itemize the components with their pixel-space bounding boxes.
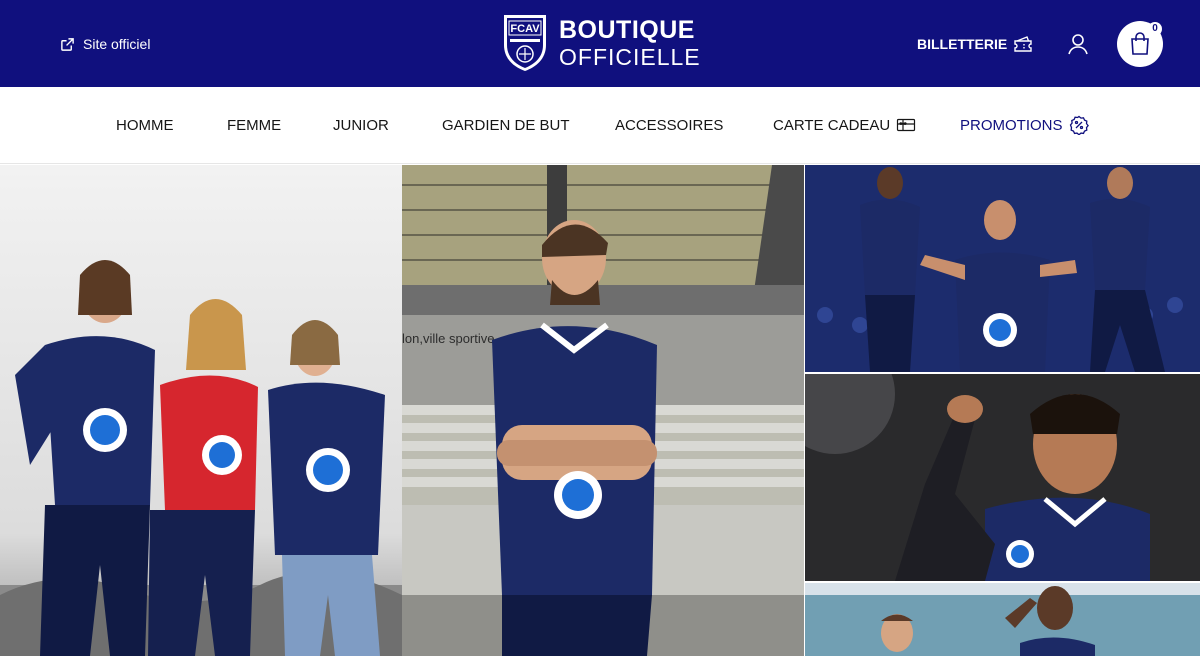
nav-label: FEMME bbox=[227, 116, 282, 134]
official-site-label: Site officiel bbox=[83, 36, 151, 52]
external-link-icon bbox=[61, 37, 74, 51]
nav-label: GARDIEN DE BUT bbox=[442, 116, 570, 134]
nav-item-femme[interactable]: FEMME bbox=[227, 115, 281, 135]
players-training-photo bbox=[805, 583, 1200, 656]
user-icon bbox=[1068, 34, 1088, 55]
celebration-photo bbox=[805, 165, 1200, 372]
cart-count-badge: 0 bbox=[1148, 22, 1162, 36]
gift-card-icon bbox=[897, 118, 916, 132]
nav-label: CARTE CADEAU bbox=[773, 116, 891, 134]
crest-text: FCAV bbox=[510, 23, 540, 35]
nav-item-carte-cadeau[interactable]: CARTE CADEAU bbox=[773, 115, 916, 135]
hero-gallery: lon,ville sportive bbox=[0, 165, 1200, 656]
account-button[interactable] bbox=[1066, 32, 1090, 56]
nav-item-gardien-de-but[interactable]: GARDIEN DE BUT bbox=[442, 115, 570, 135]
top-header: Site officiel FCAV BOUTIQUE OFFICIELLE B… bbox=[0, 0, 1200, 87]
nav-item-homme[interactable]: HOMME bbox=[116, 115, 174, 135]
shopping-bag-icon bbox=[1131, 32, 1149, 55]
hero-image-player-stadium[interactable]: lon,ville sportive bbox=[402, 165, 804, 656]
brand-logo[interactable]: FCAV BOUTIQUE OFFICIELLE bbox=[501, 13, 701, 73]
hero-image-celebration[interactable] bbox=[805, 165, 1200, 372]
ticketing-link[interactable]: BILLETTERIE bbox=[917, 33, 1033, 55]
brand-title: BOUTIQUE bbox=[559, 15, 695, 44]
nav-label: ACCESSOIRES bbox=[615, 116, 724, 134]
main-nav: HOMME FEMME JUNIOR GARDIEN DE BUT ACCESS… bbox=[0, 87, 1200, 164]
ticketing-label: BILLETTERIE bbox=[917, 36, 1008, 52]
brand-subtitle: OFFICIELLE bbox=[559, 43, 701, 70]
nav-item-promotions[interactable]: PROMOTIONS bbox=[960, 115, 1089, 135]
nav-label: HOMME bbox=[116, 116, 174, 134]
player-celebrating-photo bbox=[805, 374, 1200, 581]
hero-image-women-team[interactable] bbox=[0, 165, 402, 656]
brand-wordmark: BOUTIQUE OFFICIELLE bbox=[559, 15, 701, 70]
hero-image-player-celebrating[interactable] bbox=[805, 374, 1200, 581]
discount-badge-icon bbox=[1069, 115, 1089, 135]
hero-image-players-training[interactable] bbox=[805, 583, 1200, 656]
nav-label: PROMOTIONS bbox=[960, 116, 1063, 134]
official-site-link[interactable]: Site officiel bbox=[60, 34, 150, 54]
nav-item-accessoires[interactable]: ACCESSOIRES bbox=[615, 115, 723, 135]
player-photo: lon,ville sportive bbox=[402, 165, 804, 656]
cart-button[interactable]: 0 bbox=[1117, 21, 1163, 67]
nav-item-junior[interactable]: JUNIOR bbox=[333, 115, 389, 135]
stadium-wall-text: lon,ville sportive bbox=[402, 331, 495, 346]
ticket-icon bbox=[1014, 36, 1032, 52]
nav-label: JUNIOR bbox=[333, 116, 389, 134]
club-crest-icon: FCAV bbox=[504, 15, 546, 71]
women-photo bbox=[0, 165, 402, 656]
